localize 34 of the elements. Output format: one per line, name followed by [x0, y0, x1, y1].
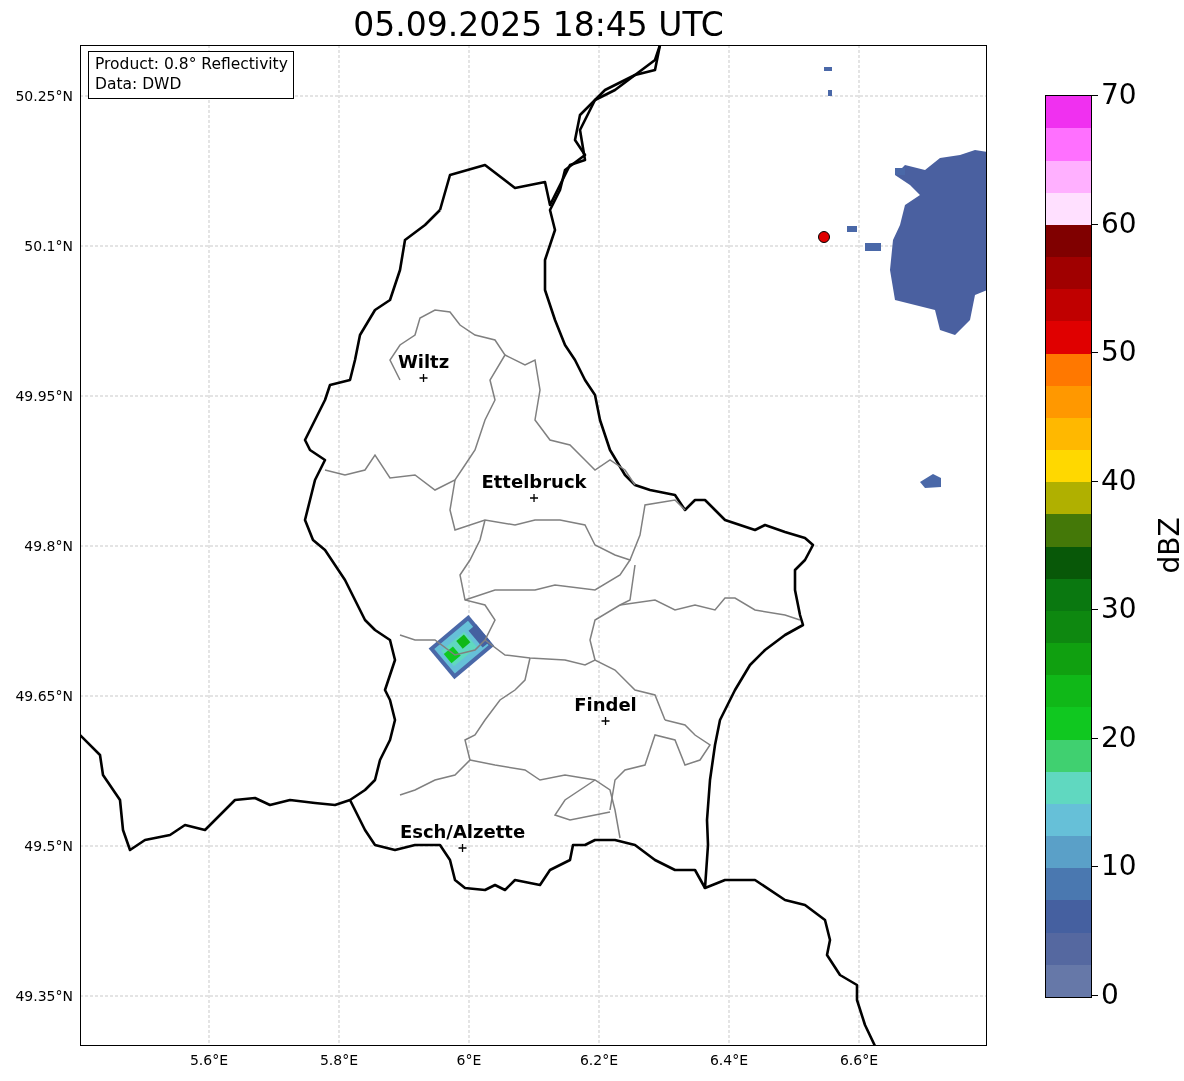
latitude-label: 49.8°N — [24, 538, 73, 554]
colorbar-tick-label: 20 — [1092, 722, 1137, 753]
chart-title: 05.09.2025 18:45 UTC — [353, 5, 724, 45]
colorbar-label: dBZ — [1152, 517, 1184, 574]
legend-text: Product: 0.8° Reflectivity — [95, 54, 288, 74]
longitude-label: 6°E — [456, 1052, 482, 1068]
longitude-label: 5.8°E — [319, 1052, 359, 1068]
place-label: Findel — [574, 694, 637, 715]
place-label: Esch/Alzette — [399, 821, 526, 842]
place-label: Wiltz — [397, 351, 450, 372]
place-label: Ettelbruck — [481, 471, 587, 492]
latitude-label: 50.25°N — [15, 88, 73, 104]
longitude-label: 6.2°E — [579, 1052, 619, 1068]
colorbar-tick-label: 70 — [1092, 80, 1137, 110]
colorbar-tick-label: 10 — [1092, 851, 1137, 882]
colorbar-tick-label: 0 — [1092, 980, 1119, 1010]
longitude-label: 6.4°E — [709, 1052, 749, 1068]
latitude-label: 49.65°N — [15, 688, 73, 704]
latitude-label: 49.35°N — [15, 988, 73, 1004]
legend-text: Data: DWD — [95, 74, 183, 94]
colorbar-tick-label: 30 — [1092, 594, 1137, 625]
colorbar-tick-label: 60 — [1092, 208, 1137, 239]
colorbar-tick-label: 50 — [1092, 337, 1137, 368]
longitude-label: 5.6°E — [189, 1052, 229, 1068]
place-marker-icon — [600, 716, 611, 726]
latitude-label: 49.5°N — [24, 838, 73, 854]
place-marker-icon — [457, 843, 468, 853]
latitude-label: 49.95°N — [15, 388, 73, 404]
place-marker-icon — [529, 493, 539, 503]
latitude-label: 50.1°N — [24, 238, 73, 254]
longitude-label: 6.6°E — [839, 1052, 879, 1068]
radar-site-marker — [818, 231, 830, 243]
colorbar-tick-label: 40 — [1092, 465, 1137, 496]
place-marker-icon — [418, 373, 429, 383]
